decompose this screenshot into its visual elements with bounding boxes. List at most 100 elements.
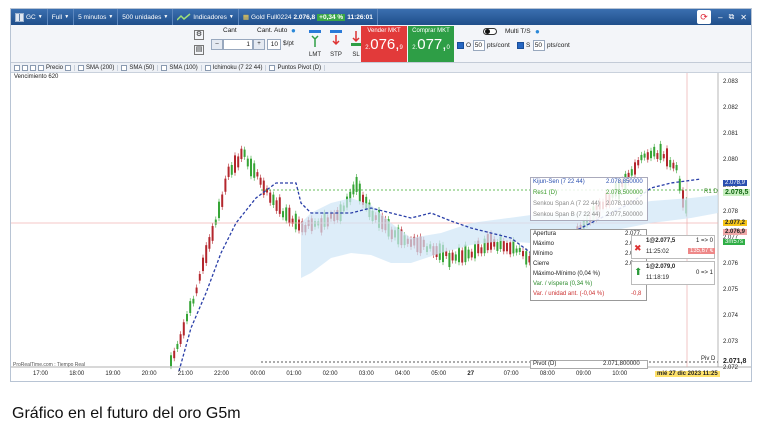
info-icon[interactable]: ●: [535, 27, 540, 36]
candle-body: [195, 287, 198, 294]
x-tick-label: 18:00: [69, 371, 85, 377]
candle-body: [218, 201, 220, 219]
buy-market-button[interactable]: Comprar MKT 2.077,0: [408, 26, 454, 62]
pivot-line-label: Piv D: [701, 356, 716, 362]
candle-body: [176, 343, 179, 350]
sell-position-box[interactable]: ✖ 1@2.077,5 11:25:02 1 => 0 135,67 €: [631, 235, 716, 259]
chevron-down-icon: ▼: [228, 14, 234, 20]
candle-body: [227, 166, 230, 177]
y-tick-label: 2.080: [723, 157, 739, 163]
auto-quantity-input[interactable]: 10: [267, 39, 281, 50]
legend-span-a-value: 2.078,100000: [606, 201, 643, 207]
units-selector[interactable]: 500 unidades ▼: [118, 9, 174, 25]
candle-body: [662, 154, 665, 159]
s-label: S: [526, 42, 531, 49]
limit-order-icon[interactable]: [308, 29, 322, 49]
quantity-decrease-button[interactable]: –: [211, 39, 223, 50]
auto-quantity-label: Cant. Auto: [257, 27, 288, 34]
info-icon[interactable]: ●: [291, 26, 296, 35]
x-tick-label: 21:00: [177, 371, 193, 377]
indicator-tab-sma50[interactable]: SMA (50): [118, 64, 159, 71]
settings-icon[interactable]: ⚙: [194, 30, 204, 40]
gear-icon: [30, 64, 36, 71]
candle-body: [246, 158, 249, 167]
calculator-icon[interactable]: ▤: [194, 45, 204, 55]
candle-body: [208, 237, 211, 249]
candle-body: [470, 251, 473, 258]
o-checkbox[interactable]: [457, 42, 464, 49]
candle-body: [352, 184, 355, 195]
quantity-input[interactable]: 1: [223, 39, 253, 50]
x-tick-label: 05:00: [431, 371, 447, 377]
candle-body: [275, 200, 278, 211]
candle-body: [250, 158, 252, 177]
y-tick-label: 2.078: [723, 209, 739, 215]
indicators-button[interactable]: Indicadores ▼: [173, 9, 239, 25]
minimize-icon[interactable]: –: [718, 13, 722, 22]
candle-body: [518, 247, 521, 253]
candle-body: [272, 194, 275, 206]
candle-body: [502, 240, 505, 252]
x-tick-label: 22:00: [214, 371, 230, 377]
y-tick-label: 2.076: [723, 261, 739, 267]
restore-icon[interactable]: ⧉: [729, 12, 735, 22]
multi-ts-toggle[interactable]: [483, 28, 497, 35]
x-tick-label: 09:00: [576, 371, 592, 377]
price-icon: [38, 64, 44, 71]
candle-body: [189, 301, 192, 313]
candle-body: [464, 244, 467, 263]
price-chart[interactable]: Vencimiento 620 ProRealTime.com : Tiempo…: [11, 73, 751, 381]
grid-icon: ▦: [242, 14, 249, 21]
candle-body: [237, 156, 240, 168]
candle-timer-tag: 3m57s: [723, 239, 746, 245]
candle-body: [259, 177, 262, 185]
s-checkbox[interactable]: [517, 42, 524, 49]
quantity-increase-button[interactable]: +: [253, 39, 265, 50]
candle-body: [637, 160, 640, 166]
size-selector[interactable]: Full ▼: [48, 9, 75, 25]
candle-body: [230, 164, 233, 175]
x-tick-label: 27: [467, 371, 475, 377]
symbol-selector[interactable]: GC ▼: [11, 9, 48, 25]
y-tick-label: 2.083: [723, 79, 739, 85]
candle-body: [170, 355, 172, 367]
main-toolbar: GC ▼ Full ▼ 5 minutos ▼ 500 unidades ▼ Indic…: [11, 9, 751, 25]
stop-order-icon[interactable]: [329, 29, 343, 49]
indicator-tab-ichimoku[interactable]: Ichimoku (7 22 44): [202, 64, 267, 71]
close-position-icon[interactable]: ✖: [634, 243, 642, 254]
sell-market-button[interactable]: Vender MKT 2.076,9: [361, 26, 407, 62]
list-icon: [65, 64, 72, 71]
candle-body: [467, 249, 470, 259]
legend-kijun-value: 2.078,850000: [606, 179, 643, 185]
grid-icon: [15, 12, 24, 22]
candle-body: [253, 163, 256, 178]
candle-body: [643, 153, 646, 158]
indicator-bar: Precio SMA (200) SMA (50) SMA (100) Ichi…: [11, 63, 751, 73]
candle-body: [448, 252, 451, 268]
candle-body: [243, 149, 246, 157]
indicator-tab-pivot[interactable]: Puntos Pivot (D): [266, 64, 326, 71]
x-tick-label: 00:00: [250, 371, 266, 377]
timeframe-selector[interactable]: 5 minutos ▼: [74, 9, 119, 25]
candle-body: [278, 197, 281, 214]
legend-res1-name: Res1 (D): [533, 190, 558, 196]
candle-body: [525, 251, 528, 265]
candle-body: [634, 162, 636, 175]
indicator-tab-sma100[interactable]: SMA (100): [158, 64, 202, 71]
candle-body: [669, 160, 672, 168]
chart-canvas: [11, 73, 751, 372]
candle-body: [205, 245, 208, 263]
candle-body: [656, 153, 659, 159]
indicator-tab-sma200[interactable]: SMA (200): [75, 64, 119, 71]
candle-body: [630, 169, 633, 176]
o-points-input[interactable]: 50: [473, 40, 485, 51]
s-points-input[interactable]: 50: [533, 40, 545, 51]
buy-position-box[interactable]: ⬆ 1@2.079,0 11:18:19 0 => 1: [631, 261, 715, 285]
candle-body: [298, 219, 300, 231]
candle-body: [214, 219, 217, 225]
candle-body: [515, 248, 518, 253]
arrow-up-icon: ⬆: [634, 267, 643, 278]
toolbar-icons[interactable]: Precio: [11, 64, 76, 71]
close-icon[interactable]: ✕: [740, 13, 747, 22]
candle-body: [282, 211, 284, 218]
